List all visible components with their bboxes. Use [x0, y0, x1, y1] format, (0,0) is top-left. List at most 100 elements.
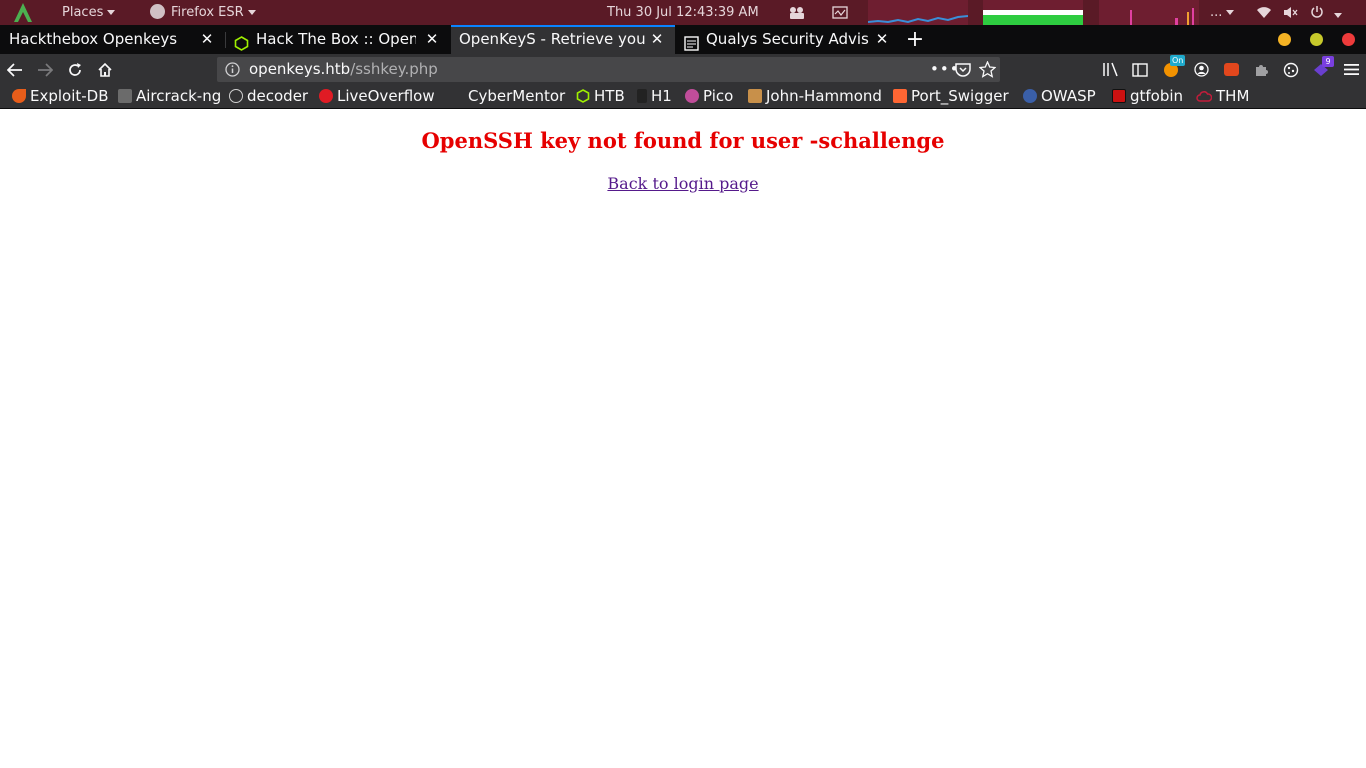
reload-icon	[69, 63, 81, 76]
activities-icon[interactable]	[12, 0, 34, 25]
owasp-icon	[1023, 89, 1037, 103]
bookmark-cybermentor[interactable]: CyberMentor	[468, 85, 565, 108]
home-button[interactable]	[91, 54, 119, 85]
back-to-login-link[interactable]: Back to login page	[607, 174, 758, 193]
bookmark-h1[interactable]: H1	[637, 85, 672, 108]
tab[interactable]: Hack The Box :: OpenKeys ✕	[226, 25, 450, 54]
bookmark-label: CyberMentor	[468, 87, 566, 105]
extension-fox-icon[interactable]	[1220, 54, 1242, 85]
firefox-icon	[150, 4, 165, 19]
url-host: openkeys.htb	[249, 60, 351, 78]
tab-title: OpenKeyS - Retrieve your OpenSSH Key	[459, 30, 645, 48]
close-icon[interactable]: ✕	[198, 25, 216, 54]
tab-title: Hackthebox Openkeys	[9, 30, 178, 48]
account-icon[interactable]	[1190, 54, 1212, 85]
cloud-icon	[1196, 86, 1213, 109]
bookmark-liveoverflow[interactable]: LiveOverflow	[319, 85, 435, 108]
bookmarks-toolbar: Exploit-DB Aircrack-ng decoder LiveOverf…	[0, 85, 1366, 109]
john-hammond-icon	[748, 89, 762, 103]
chevron-down-icon	[1334, 13, 1342, 18]
system-monitor-icon[interactable]	[832, 0, 848, 25]
info-icon[interactable]	[225, 62, 240, 81]
tab-bar: Hackthebox Openkeys ✕ Hack The Box :: Op…	[0, 25, 1366, 54]
pico-icon	[685, 89, 699, 103]
sidebar-icon[interactable]	[1129, 54, 1151, 85]
minimize-button[interactable]	[1278, 33, 1291, 46]
extension-count-badge: 9	[1322, 56, 1334, 67]
extension-on-badge: On	[1170, 55, 1186, 66]
workspaces-icon[interactable]	[788, 0, 806, 25]
bookmark-gtfobin[interactable]: gtfobin	[1112, 85, 1183, 108]
close-icon[interactable]: ✕	[873, 25, 891, 54]
aircrack-icon	[118, 89, 132, 103]
close-icon[interactable]: ✕	[423, 25, 441, 54]
extension-badge-icon[interactable]: 9	[1310, 54, 1334, 85]
extension-on-icon[interactable]: On	[1160, 54, 1186, 85]
wifi-icon[interactable]	[1256, 0, 1272, 25]
bookmark-star-icon[interactable]	[978, 60, 997, 82]
volume-icon[interactable]	[1283, 0, 1299, 25]
forward-arrow-icon	[38, 63, 54, 77]
maximize-button[interactable]	[1310, 33, 1323, 46]
bookmark-label: Exploit-DB	[30, 87, 109, 105]
bookmark-label: HTB	[594, 87, 625, 105]
portswigger-icon	[893, 89, 907, 103]
hamburger-menu-icon[interactable]	[1340, 54, 1362, 85]
places-label: Places	[62, 5, 104, 20]
url-text[interactable]: openkeys.htb/sshkey.php	[249, 57, 438, 82]
bookmark-aircrack-ng[interactable]: Aircrack-ng	[118, 85, 221, 108]
tab[interactable]: Hackthebox Openkeys ✕	[0, 25, 225, 54]
bookmark-label: Port_Swigger	[911, 87, 1009, 105]
htb-icon	[576, 87, 590, 110]
power-icon	[1311, 6, 1323, 18]
chevron-down-icon	[1226, 10, 1235, 15]
url-path: /sshkey.php	[350, 60, 438, 78]
liveoverflow-icon	[319, 89, 333, 103]
document-favicon-icon	[684, 32, 699, 54]
firefox-app-menu[interactable]: Firefox ESR	[150, 0, 256, 25]
places-menu[interactable]: Places	[62, 0, 116, 25]
bookmark-label: Aircrack-ng	[136, 87, 222, 105]
tab[interactable]: Qualys Security Advisory ✕	[676, 25, 900, 54]
bookmark-label: decoder	[247, 87, 309, 105]
bookmark-thm[interactable]: THM	[1196, 85, 1249, 108]
clock[interactable]: Thu 30 Jul 12:43:39 AM	[607, 0, 759, 25]
power-menu[interactable]	[1310, 0, 1342, 25]
chevron-down-icon	[247, 10, 256, 15]
network-graph	[1099, 0, 1199, 25]
new-tab-button[interactable]: +	[903, 25, 927, 54]
forward-button[interactable]	[31, 54, 59, 85]
bookmark-exploit-db[interactable]: Exploit-DB	[12, 85, 109, 108]
bookmark-htb[interactable]: HTB	[576, 85, 625, 108]
bookmark-port-swigger[interactable]: Port_Swigger	[893, 85, 1009, 108]
bookmark-label: THM	[1216, 87, 1250, 105]
bookmark-label: LiveOverflow	[337, 87, 435, 105]
bookmark-label: OWASP	[1041, 87, 1096, 105]
bookmark-john-hammond[interactable]: John-Hammond	[748, 85, 882, 108]
tab[interactable]: OpenKeyS - Retrieve your OpenSSH Key ✕	[451, 25, 675, 54]
close-window-button[interactable]	[1342, 33, 1355, 46]
reload-button[interactable]	[61, 54, 89, 85]
more-label: ...	[1210, 5, 1223, 20]
bookmark-label: gtfobin	[1130, 87, 1184, 105]
pocket-icon[interactable]	[955, 62, 971, 81]
extension-puzzle-icon[interactable]	[1250, 54, 1272, 85]
bookmark-decoder[interactable]: decoder	[229, 85, 308, 108]
bookmark-label: H1	[651, 87, 672, 105]
tab-title: Hack The Box :: OpenKeys	[256, 30, 416, 48]
extension-cookie-icon[interactable]	[1280, 54, 1302, 85]
back-arrow-icon	[6, 63, 22, 77]
bookmark-pico[interactable]: Pico	[685, 85, 733, 108]
indicator-overflow[interactable]: ...	[1210, 0, 1235, 25]
bookmark-label: Pico	[703, 87, 734, 105]
bookmark-label: John-Hammond	[766, 87, 882, 105]
tab-title: Qualys Security Advisory	[706, 30, 869, 48]
plus-icon: +	[905, 27, 925, 52]
library-icon[interactable]	[1100, 54, 1122, 85]
close-icon[interactable]: ✕	[648, 27, 666, 54]
error-message: OpenSSH key not found for user -schallen…	[421, 128, 945, 153]
bookmark-owasp[interactable]: OWASP	[1023, 85, 1096, 108]
back-button[interactable]	[1, 54, 29, 85]
url-bar[interactable]: openkeys.htb/sshkey.php •••	[217, 57, 1000, 82]
cpu-graph	[868, 0, 968, 25]
